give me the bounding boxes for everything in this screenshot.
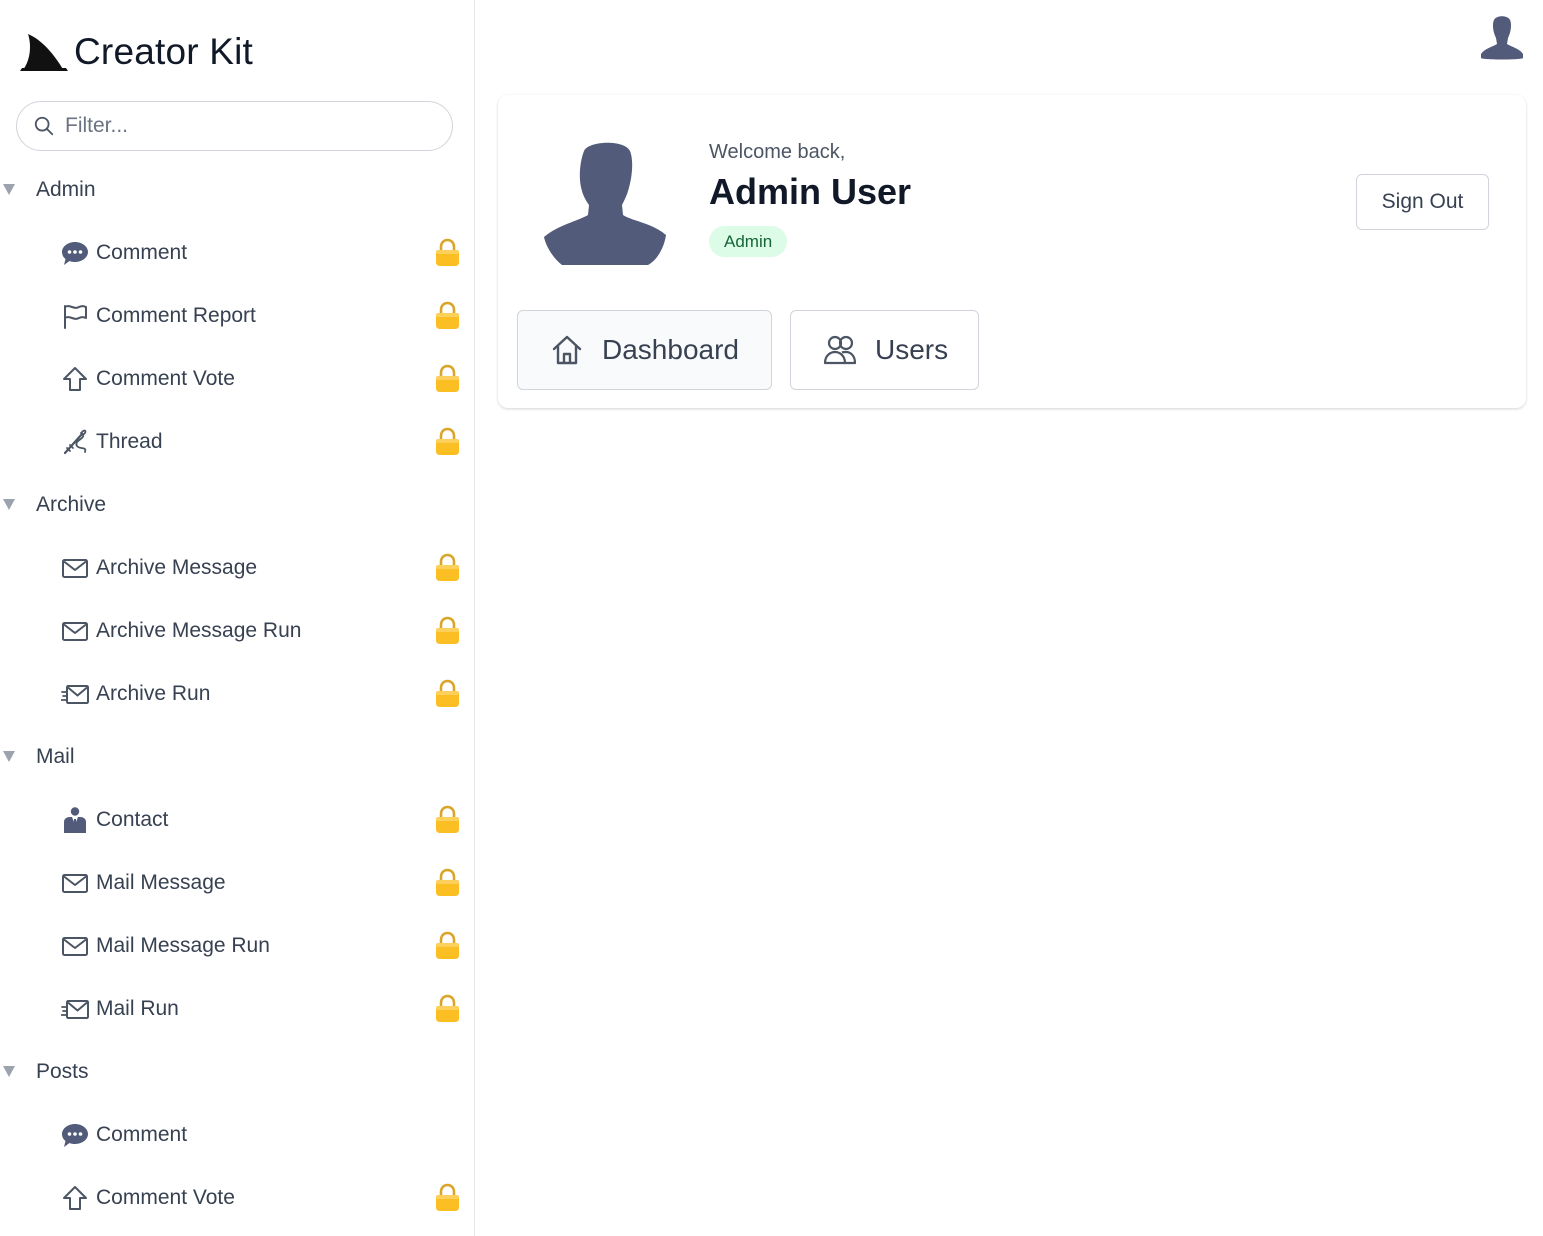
person-suit-icon: [64, 806, 86, 833]
sidebar-item-archive-run[interactable]: Archive Run: [0, 662, 474, 725]
sidebar-item-label: Contact: [96, 807, 169, 831]
brand[interactable]: Creator Kit: [20, 30, 253, 74]
sidebar-item-label: Mail Run: [96, 996, 179, 1020]
users-label: Users: [875, 334, 949, 365]
sidebar-item-comment-vote[interactable]: Comment Vote: [0, 347, 474, 410]
envelope-icon: [60, 868, 90, 898]
person-suit-icon: [60, 805, 90, 835]
sidebar-item-label: Mail Message Run: [96, 933, 270, 957]
group-admin[interactable]: Admin: [0, 158, 474, 221]
sidebar-item-comment-report[interactable]: Comment Report: [0, 284, 474, 347]
caret-down-icon: [3, 184, 15, 195]
sidebar-item-label: Comment: [96, 1122, 188, 1146]
sidebar-item-mail-run[interactable]: Mail Run: [0, 977, 474, 1040]
sidebar-item-archive-message[interactable]: Archive Message: [0, 536, 474, 599]
envelope-icon: [62, 621, 88, 641]
sidebar-item-label: Thread: [96, 429, 163, 453]
group-label: Archive: [36, 492, 107, 516]
filter-box[interactable]: [16, 101, 453, 151]
lock-icon: [434, 868, 461, 898]
speech-bubble-icon: [62, 241, 88, 265]
sidebar-item-mail-message-run[interactable]: Mail Message Run: [0, 914, 474, 977]
sidebar-item-label: Comment: [96, 240, 188, 264]
envelope-icon: [60, 616, 90, 646]
caret-down-icon: [3, 1066, 15, 1077]
arrow-up-icon: [60, 1183, 90, 1213]
user-menu-avatar[interactable]: [1466, 8, 1538, 80]
search-icon: [34, 116, 54, 136]
sign-out-button[interactable]: Sign Out: [1356, 174, 1489, 230]
lock-icon: [434, 1183, 461, 1213]
group-label: Admin: [36, 177, 96, 201]
envelope-icon: [62, 873, 88, 893]
caret-down-icon: [3, 751, 15, 762]
lock-icon: [434, 679, 461, 709]
arrow-up-icon: [60, 364, 90, 394]
sidebar-item-comment[interactable]: Comment: [0, 1103, 474, 1166]
user-name: Admin User: [709, 171, 912, 212]
envelope-icon: [62, 558, 88, 578]
sidebar-nav: Admin Comment Comment Report Comment Vote Th…: [0, 158, 474, 1229]
dashboard-label: Dashboard: [602, 334, 739, 365]
lock-icon: [434, 994, 461, 1024]
sidebar-item-contact[interactable]: Contact: [0, 788, 474, 851]
caret-down-icon: [3, 499, 15, 510]
profile-avatar-icon: [544, 142, 666, 265]
flag-icon: [64, 304, 87, 329]
group-mail[interactable]: Mail: [0, 725, 474, 788]
lock-icon: [434, 553, 461, 583]
envelope-icon: [62, 936, 88, 956]
sidebar-item-comment-vote[interactable]: Comment Vote: [0, 1166, 474, 1229]
envelope-icon: [60, 931, 90, 961]
profile-card: Welcome back, Admin User Admin Sign Out …: [498, 95, 1526, 408]
sidebar-item-mail-message[interactable]: Mail Message: [0, 851, 474, 914]
flag-icon: [60, 301, 90, 331]
app-name: Creator Kit: [74, 31, 254, 72]
lock-icon: [434, 301, 461, 331]
user-avatar-icon: [1481, 16, 1523, 60]
group-archive[interactable]: Archive: [0, 473, 474, 536]
speech-bubble-icon: [60, 238, 90, 268]
arrow-up-icon: [63, 366, 87, 391]
lock-icon: [434, 616, 461, 646]
role-badge: Admin: [709, 226, 788, 257]
group-posts[interactable]: Posts: [0, 1040, 474, 1103]
group-label: Posts: [36, 1059, 89, 1083]
sidebar-item-archive-message-run[interactable]: Archive Message Run: [0, 599, 474, 662]
sidebar-item-label: Archive Run: [96, 681, 211, 705]
sidebar: Creator Kit Admin Comment Comment Report Co…: [0, 0, 475, 1236]
shark-fin-logo-icon: [20, 34, 68, 71]
users-button[interactable]: Users: [790, 310, 979, 390]
filter-input[interactable]: [65, 114, 425, 138]
sidebar-item-label: Comment Report: [96, 303, 256, 327]
needle-thread-icon: [63, 429, 87, 454]
welcome-text: Welcome back,: [709, 141, 846, 163]
lock-icon: [434, 427, 461, 457]
sidebar-item-label: Mail Message: [96, 870, 226, 894]
sidebar-item-thread[interactable]: Thread: [0, 410, 474, 473]
sidebar-item-label: Comment Vote: [96, 1185, 235, 1209]
envelope-icon: [60, 553, 90, 583]
envelope-send-icon: [60, 994, 90, 1024]
lock-icon: [434, 364, 461, 394]
lock-icon: [434, 931, 461, 961]
speech-bubble-icon: [62, 1123, 88, 1147]
dashboard-button[interactable]: Dashboard: [517, 310, 772, 390]
home-icon: [552, 335, 582, 365]
sidebar-item-label: Comment Vote: [96, 366, 235, 390]
lock-icon: [434, 238, 461, 268]
sidebar-item-label: Archive Message: [96, 555, 258, 579]
sidebar-item-comment[interactable]: Comment: [0, 221, 474, 284]
group-label: Mail: [36, 744, 75, 768]
envelope-send-icon: [61, 999, 89, 1019]
lock-icon: [434, 805, 461, 835]
sidebar-item-label: Archive Message Run: [96, 618, 302, 642]
users-icon: [823, 335, 857, 365]
needle-thread-icon: [60, 427, 90, 457]
speech-bubble-icon: [60, 1120, 90, 1150]
envelope-send-icon: [61, 684, 89, 704]
envelope-send-icon: [60, 679, 90, 709]
arrow-up-icon: [63, 1185, 87, 1210]
